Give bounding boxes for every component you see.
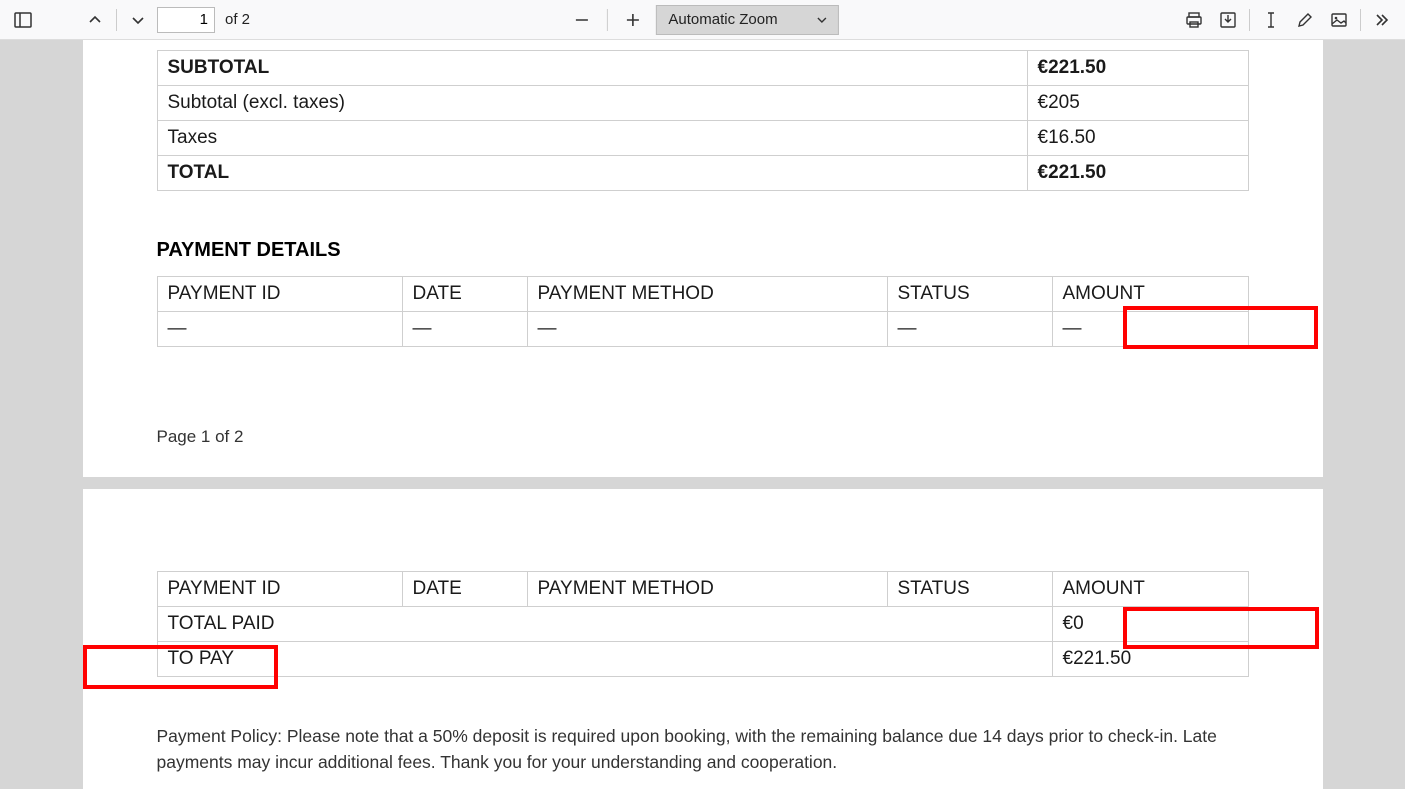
pdf-page-2: PAYMENT ID DATE PAYMENT METHOD STATUS AM… <box>83 489 1323 789</box>
col-amount: AMOUNT <box>1052 277 1248 312</box>
total-paid-value: €0 <box>1052 607 1248 642</box>
plus-icon <box>624 12 640 28</box>
printer-icon <box>1185 11 1203 29</box>
payment-details-heading: PAYMENT DETAILS <box>157 239 1249 262</box>
table-row: Taxes €16.50 <box>157 121 1248 156</box>
pencil-icon <box>1296 11 1314 29</box>
summary-value: €205 <box>1027 86 1248 121</box>
table-row: TOTAL €221.50 <box>157 156 1248 191</box>
save-icon <box>1219 11 1237 29</box>
separator <box>1360 9 1361 31</box>
cell: — <box>1052 312 1248 347</box>
summary-value: €221.50 <box>1027 51 1248 86</box>
col-method: PAYMENT METHOD <box>527 572 887 607</box>
toolbar-left-group: of 2 <box>8 5 250 35</box>
toolbar-center-group: Automatic Zoom <box>566 5 838 35</box>
zoom-out-button[interactable] <box>566 5 596 35</box>
col-amount: AMOUNT <box>1052 572 1248 607</box>
pdf-toolbar: of 2 Automatic Zoom <box>0 0 1405 40</box>
separator <box>116 9 117 31</box>
cell: — <box>157 312 402 347</box>
summary-label: SUBTOTAL <box>157 51 1027 86</box>
sidebar-icon <box>14 11 32 29</box>
chevron-up-icon <box>87 12 103 28</box>
sidebar-toggle-button[interactable] <box>8 5 38 35</box>
col-date: DATE <box>402 277 527 312</box>
payment-details-table: PAYMENT ID DATE PAYMENT METHOD STATUS AM… <box>157 276 1249 347</box>
col-date: DATE <box>402 572 527 607</box>
table-row: SUBTOTAL €221.50 <box>157 51 1248 86</box>
page-total-label: of 2 <box>225 11 250 28</box>
cell: — <box>527 312 887 347</box>
summary-value: €16.50 <box>1027 121 1248 156</box>
image-tool-button[interactable] <box>1324 5 1354 35</box>
cell: — <box>402 312 527 347</box>
page-up-button[interactable] <box>80 5 110 35</box>
more-tools-button[interactable] <box>1367 5 1397 35</box>
col-status: STATUS <box>887 277 1052 312</box>
to-pay-value: €221.50 <box>1052 642 1248 677</box>
chevron-down-icon <box>816 14 828 26</box>
table-row: — — — — — <box>157 312 1248 347</box>
toolbar-right-group <box>1179 5 1397 35</box>
separator <box>1249 9 1250 31</box>
table-header-row: PAYMENT ID DATE PAYMENT METHOD STATUS AM… <box>157 572 1248 607</box>
pdf-viewer[interactable]: SUBTOTAL €221.50 Subtotal (excl. taxes) … <box>0 40 1405 789</box>
summary-table: SUBTOTAL €221.50 Subtotal (excl. taxes) … <box>157 50 1249 191</box>
download-button[interactable] <box>1213 5 1243 35</box>
col-status: STATUS <box>887 572 1052 607</box>
chevron-double-right-icon <box>1373 11 1391 29</box>
page-down-button[interactable] <box>123 5 153 35</box>
page-footer-label: Page 1 of 2 <box>157 427 1249 447</box>
text-tool-button[interactable] <box>1256 5 1286 35</box>
chevron-down-icon <box>130 12 146 28</box>
text-cursor-icon <box>1263 11 1279 29</box>
col-payment-id: PAYMENT ID <box>157 572 402 607</box>
total-paid-label: TOTAL PAID <box>157 607 1052 642</box>
to-pay-label: TO PAY <box>157 642 1052 677</box>
summary-label: Subtotal (excl. taxes) <box>157 86 1027 121</box>
summary-label: TOTAL <box>157 156 1027 191</box>
table-header-row: PAYMENT ID DATE PAYMENT METHOD STATUS AM… <box>157 277 1248 312</box>
summary-value: €221.50 <box>1027 156 1248 191</box>
cell: — <box>887 312 1052 347</box>
col-method: PAYMENT METHOD <box>527 277 887 312</box>
zoom-in-button[interactable] <box>617 5 647 35</box>
payment-summary-table: PAYMENT ID DATE PAYMENT METHOD STATUS AM… <box>157 571 1249 677</box>
table-row: Subtotal (excl. taxes) €205 <box>157 86 1248 121</box>
col-payment-id: PAYMENT ID <box>157 277 402 312</box>
draw-tool-button[interactable] <box>1290 5 1320 35</box>
image-icon <box>1330 11 1348 29</box>
separator <box>606 9 607 31</box>
pdf-page-1: SUBTOTAL €221.50 Subtotal (excl. taxes) … <box>83 40 1323 477</box>
page-number-input[interactable] <box>157 7 215 33</box>
print-button[interactable] <box>1179 5 1209 35</box>
minus-icon <box>573 12 589 28</box>
zoom-select-label: Automatic Zoom <box>668 11 777 28</box>
zoom-select[interactable]: Automatic Zoom <box>655 5 838 35</box>
table-row: TOTAL PAID €0 <box>157 607 1248 642</box>
summary-label: Taxes <box>157 121 1027 156</box>
payment-policy-text: Payment Policy: Please note that a 50% d… <box>157 723 1249 776</box>
table-row: TO PAY €221.50 <box>157 642 1248 677</box>
